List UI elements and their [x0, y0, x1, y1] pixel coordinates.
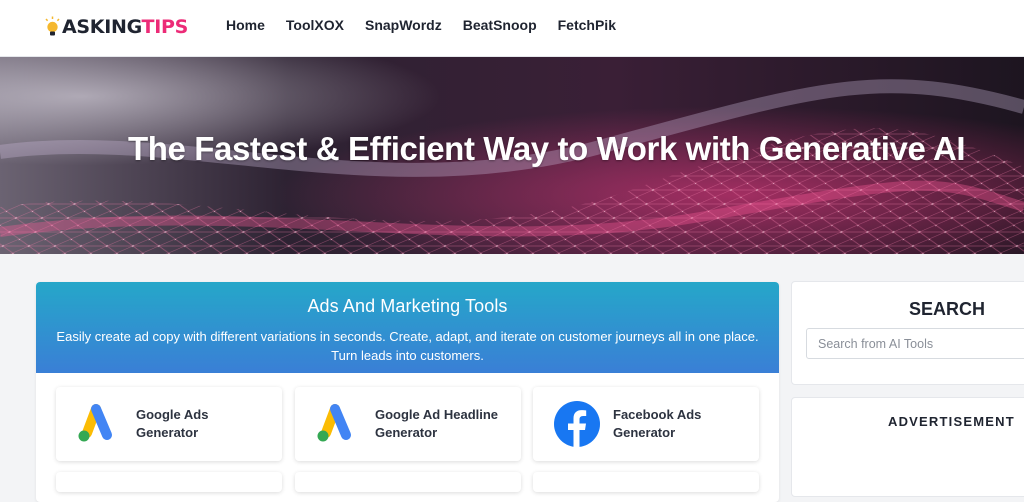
nav-snapwordz[interactable]: SnapWordz	[365, 17, 442, 33]
tool-name: Google Ads Generator	[136, 407, 209, 440]
google-ads-icon	[76, 400, 124, 448]
tool-name: Facebook Ads Generator	[613, 407, 702, 440]
facebook-icon	[553, 400, 601, 448]
logo-text-asking: ASKING	[62, 16, 142, 38]
site-logo[interactable]: ASKINGTIPS	[44, 14, 188, 40]
section-description: Easily create ad copy with different var…	[56, 329, 759, 363]
lightbulb-icon	[44, 16, 61, 38]
tool-name: Google Ad Headline Generator	[375, 407, 499, 440]
logo-text-tips: TIPS	[141, 16, 189, 38]
site-header: ASKINGTIPS Home ToolXOX SnapWordz BeatSn…	[0, 0, 1024, 57]
tool-card-google-ads[interactable]: Google Ads Generator	[56, 387, 282, 461]
search-input[interactable]	[806, 328, 1024, 359]
section-header: Ads And Marketing Tools Easily create ad…	[36, 282, 779, 373]
sidebar-advertisement-widget: ADVERTISEMENT	[791, 397, 1024, 497]
nav-home[interactable]: Home	[226, 17, 265, 33]
section-title: Ads And Marketing Tools	[307, 296, 508, 316]
tool-card-placeholder[interactable]	[533, 472, 759, 492]
tool-card-google-ad-headline[interactable]: Google Ad Headline Generator	[295, 387, 521, 461]
hero-banner: The Fastest & Efficient Way to Work with…	[0, 57, 1024, 254]
search-widget-title: SEARCH	[908, 299, 985, 319]
sidebar-search-widget: SEARCH	[791, 281, 1024, 385]
nav-toolxox[interactable]: ToolXOX	[286, 17, 344, 33]
nav-fetchpik[interactable]: FetchPik	[558, 17, 616, 33]
main-nav: Home ToolXOX SnapWordz BeatSnoop FetchPi…	[226, 17, 637, 33]
tool-card-placeholder[interactable]	[56, 472, 282, 492]
hero-title: The Fastest & Efficient Way to Work with…	[128, 130, 966, 167]
google-ads-icon	[315, 400, 363, 448]
tool-card-facebook-ads[interactable]: Facebook Ads Generator	[533, 387, 759, 461]
nav-beatsnoop[interactable]: BeatSnoop	[463, 17, 537, 33]
advertisement-title: ADVERTISEMENT	[888, 414, 1015, 429]
ads-marketing-section: Ads And Marketing Tools Easily create ad…	[36, 282, 779, 502]
tool-card-placeholder[interactable]	[295, 472, 521, 492]
